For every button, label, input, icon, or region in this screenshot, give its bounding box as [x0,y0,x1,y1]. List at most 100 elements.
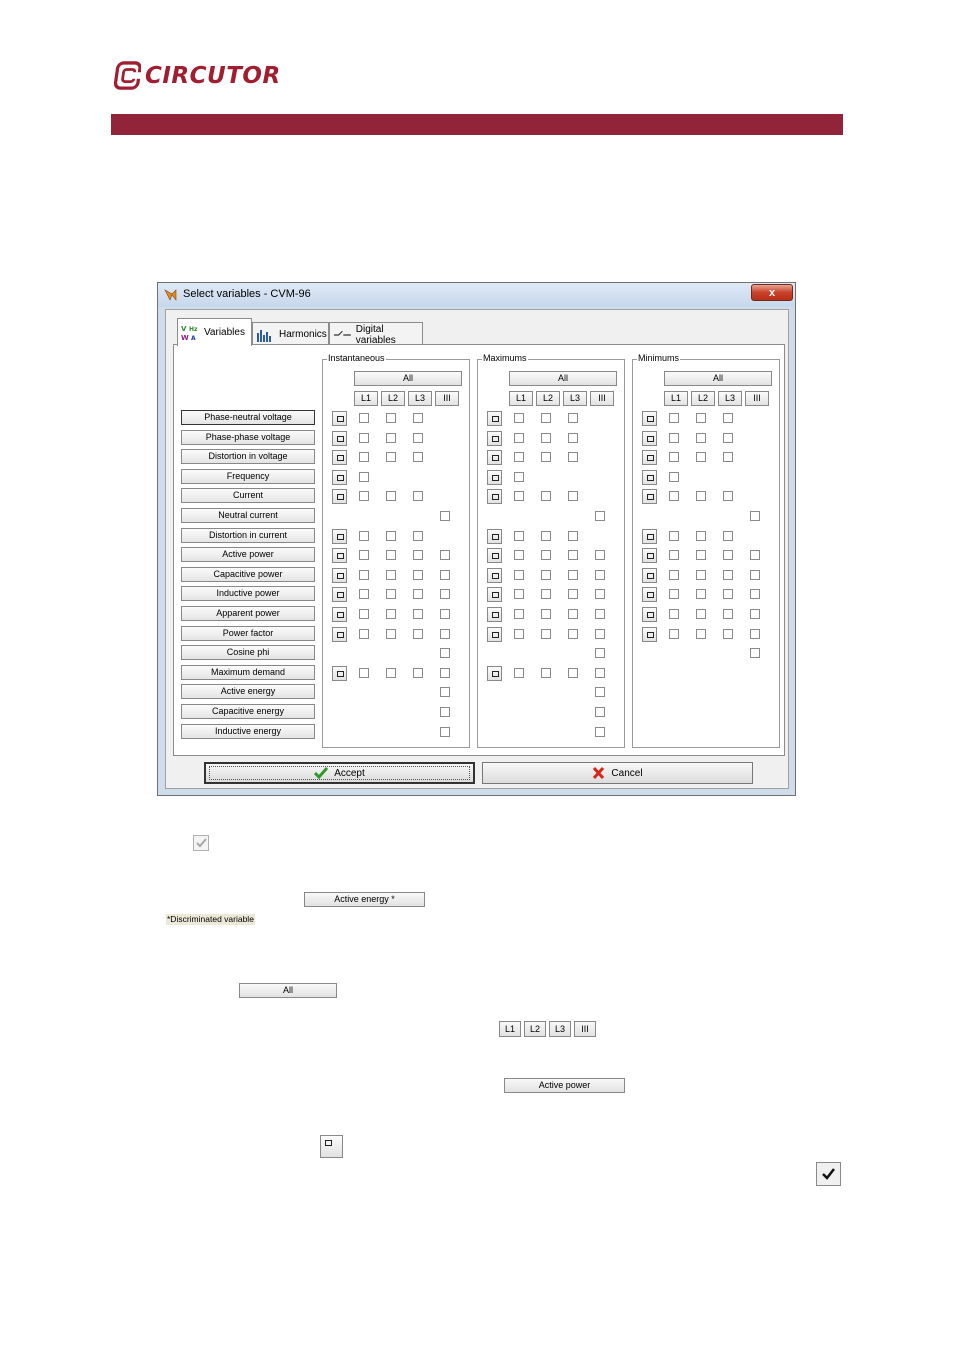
variable-checkbox[interactable] [696,452,706,463]
variable-checkbox[interactable] [359,569,369,580]
row-select-button[interactable] [487,607,502,622]
variable-checkbox[interactable] [723,589,733,600]
variable-button[interactable]: Inductive energy [181,723,315,739]
variable-checkbox[interactable] [541,569,551,580]
variable-checkbox[interactable] [386,609,396,619]
variable-checkbox[interactable] [359,609,369,619]
row-select-button[interactable] [642,528,657,544]
row-select-button[interactable] [487,548,502,564]
variable-checkbox[interactable] [750,550,760,561]
variable-checkbox[interactable] [359,491,369,502]
row-select-button[interactable] [487,450,502,466]
variable-checkbox[interactable] [541,530,551,541]
phase-button-l2[interactable]: L2 [691,391,715,406]
variable-checkbox[interactable] [723,530,733,541]
variable-checkbox[interactable] [750,609,760,619]
variable-checkbox[interactable] [669,432,679,443]
all-button[interactable]: All [354,371,462,386]
variable-checkbox[interactable] [514,471,524,482]
variable-checkbox[interactable] [541,432,551,443]
variable-checkbox[interactable] [669,589,679,600]
variable-checkbox[interactable] [386,667,396,678]
row-select-button[interactable] [642,450,657,466]
variable-checkbox[interactable] [541,550,551,561]
variable-checkbox[interactable] [696,413,706,423]
variable-checkbox[interactable] [386,628,396,639]
tab-digital-variables[interactable]: Digital variables [329,322,423,346]
variable-checkbox[interactable] [413,413,423,423]
variable-checkbox[interactable] [669,413,679,423]
variable-checkbox[interactable] [595,687,605,698]
variable-checkbox[interactable] [696,628,706,639]
phase-button-l2[interactable]: L2 [381,391,405,406]
variable-checkbox[interactable] [568,432,578,443]
variable-checkbox[interactable] [413,550,423,561]
variable-checkbox[interactable] [440,687,450,698]
variable-button[interactable]: Power factor [181,625,315,641]
variable-checkbox[interactable] [595,609,605,619]
row-select-button[interactable] [332,587,347,603]
variable-button[interactable]: Capacitive power [181,566,315,582]
variable-button[interactable]: Neutral current [181,508,315,523]
variable-checkbox[interactable] [359,471,369,482]
phase-button-l1[interactable]: L1 [509,391,533,406]
variable-checkbox[interactable] [440,550,450,561]
row-select-button[interactable] [487,665,502,681]
variable-checkbox[interactable] [696,530,706,541]
variable-checkbox[interactable] [669,471,679,482]
variable-checkbox[interactable] [413,432,423,443]
variable-checkbox[interactable] [440,667,450,678]
variable-checkbox[interactable] [595,726,605,737]
variable-checkbox[interactable] [723,452,733,463]
accept-button[interactable]: Accept [204,762,475,784]
variable-checkbox[interactable] [413,628,423,639]
variable-checkbox[interactable] [669,569,679,580]
variable-checkbox[interactable] [723,628,733,639]
variable-checkbox[interactable] [514,491,524,502]
row-select-button[interactable] [332,607,347,622]
variable-checkbox[interactable] [359,452,369,463]
row-select-button[interactable] [642,626,657,642]
variable-checkbox[interactable] [568,413,578,423]
row-select-button[interactable] [487,528,502,544]
row-select-button[interactable] [487,587,502,603]
variable-checkbox[interactable] [595,589,605,600]
variable-checkbox[interactable] [595,550,605,561]
variable-checkbox[interactable] [669,550,679,561]
phase-button-l2[interactable]: L2 [536,391,560,406]
variable-checkbox[interactable] [669,530,679,541]
variable-checkbox[interactable] [514,589,524,600]
variable-checkbox[interactable] [750,569,760,580]
variable-checkbox[interactable] [750,648,760,659]
variable-checkbox[interactable] [440,569,450,580]
tab-harmonics[interactable]: Harmonics [252,322,329,346]
variable-checkbox[interactable] [413,491,423,502]
phase-button-l1[interactable]: L1 [354,391,378,406]
variable-checkbox[interactable] [413,667,423,678]
row-select-button[interactable] [332,489,347,505]
phase-button-l3[interactable]: L3 [408,391,432,406]
variable-checkbox[interactable] [568,452,578,463]
variable-checkbox[interactable] [359,530,369,541]
variable-checkbox[interactable] [541,491,551,502]
row-select-button[interactable] [332,450,347,466]
variable-checkbox[interactable] [669,609,679,619]
phase-button-l1[interactable]: L1 [664,391,688,406]
variable-checkbox[interactable] [568,491,578,502]
row-select-button[interactable] [487,469,502,485]
variable-checkbox[interactable] [568,667,578,678]
variable-checkbox[interactable] [440,726,450,737]
variable-checkbox[interactable] [696,550,706,561]
row-select-button[interactable] [332,411,347,426]
variable-button[interactable]: Apparent power [181,606,315,621]
variable-checkbox[interactable] [413,452,423,463]
variable-checkbox[interactable] [696,609,706,619]
variable-checkbox[interactable] [359,628,369,639]
variable-checkbox[interactable] [359,550,369,561]
variable-button[interactable]: Active energy [181,684,315,700]
variable-checkbox[interactable] [386,530,396,541]
variable-checkbox[interactable] [696,491,706,502]
variable-checkbox[interactable] [359,413,369,423]
variable-checkbox[interactable] [386,569,396,580]
variable-checkbox[interactable] [723,569,733,580]
